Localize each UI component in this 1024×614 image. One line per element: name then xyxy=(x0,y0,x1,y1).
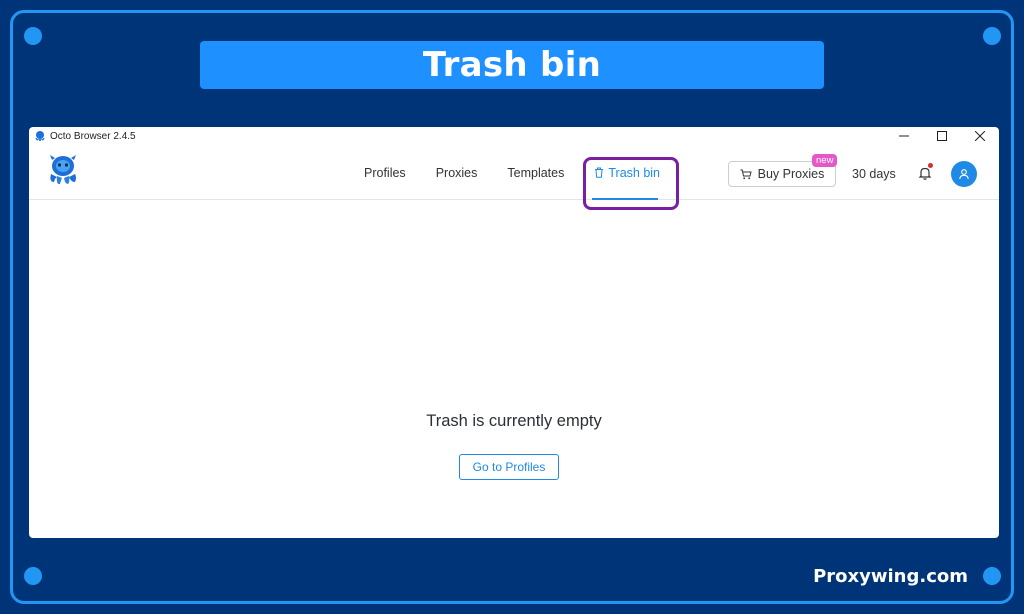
close-button[interactable] xyxy=(961,127,999,145)
empty-state-message: Trash is currently empty xyxy=(426,412,602,430)
user-icon xyxy=(959,169,969,180)
corner-dot-bottom-right xyxy=(983,567,1001,585)
watermark: Proxywing.com xyxy=(813,566,968,587)
tab-label: Trash bin xyxy=(608,165,661,180)
go-to-profiles-button[interactable]: Go to Profiles xyxy=(459,454,559,480)
cart-icon xyxy=(740,169,752,180)
tab-label: Profiles xyxy=(364,165,406,180)
title-bar: Octo Browser 2.4.5 xyxy=(29,127,999,145)
minimize-button[interactable] xyxy=(885,127,923,145)
window-title: Octo Browser 2.4.5 xyxy=(50,130,136,142)
corner-dot-top-right xyxy=(983,27,1001,45)
banner-title: Trash bin xyxy=(200,41,824,89)
corner-dot-top-left xyxy=(24,27,42,45)
new-badge: new xyxy=(812,154,838,167)
main-content: Trash is currently empty Go to Profiles xyxy=(29,200,999,538)
top-navbar: Profiles Proxies Templates Trash bin Buy… xyxy=(29,145,999,200)
tab-proxies[interactable]: Proxies xyxy=(421,145,493,200)
tab-label: Templates xyxy=(507,165,565,180)
tab-trash-bin[interactable]: Trash bin xyxy=(579,145,675,200)
octo-app-icon xyxy=(34,130,46,142)
avatar[interactable] xyxy=(951,161,977,187)
window-controls xyxy=(885,127,999,145)
maximize-button[interactable] xyxy=(923,127,961,145)
notification-dot xyxy=(928,163,933,168)
octo-logo-icon[interactable] xyxy=(45,152,81,188)
tab-profiles[interactable]: Profiles xyxy=(349,145,421,200)
main-tabs: Profiles Proxies Templates Trash bin xyxy=(349,145,675,200)
tab-templates[interactable]: Templates xyxy=(492,145,579,200)
app-window: Octo Browser 2.4.5 Profiles Proxies Temp… xyxy=(29,127,999,538)
buy-proxies-label: Buy Proxies xyxy=(757,167,825,181)
tab-label: Proxies xyxy=(435,165,478,180)
corner-dot-bottom-left xyxy=(24,567,42,585)
subscription-days: 30 days xyxy=(852,167,896,181)
trash-icon xyxy=(594,167,604,178)
